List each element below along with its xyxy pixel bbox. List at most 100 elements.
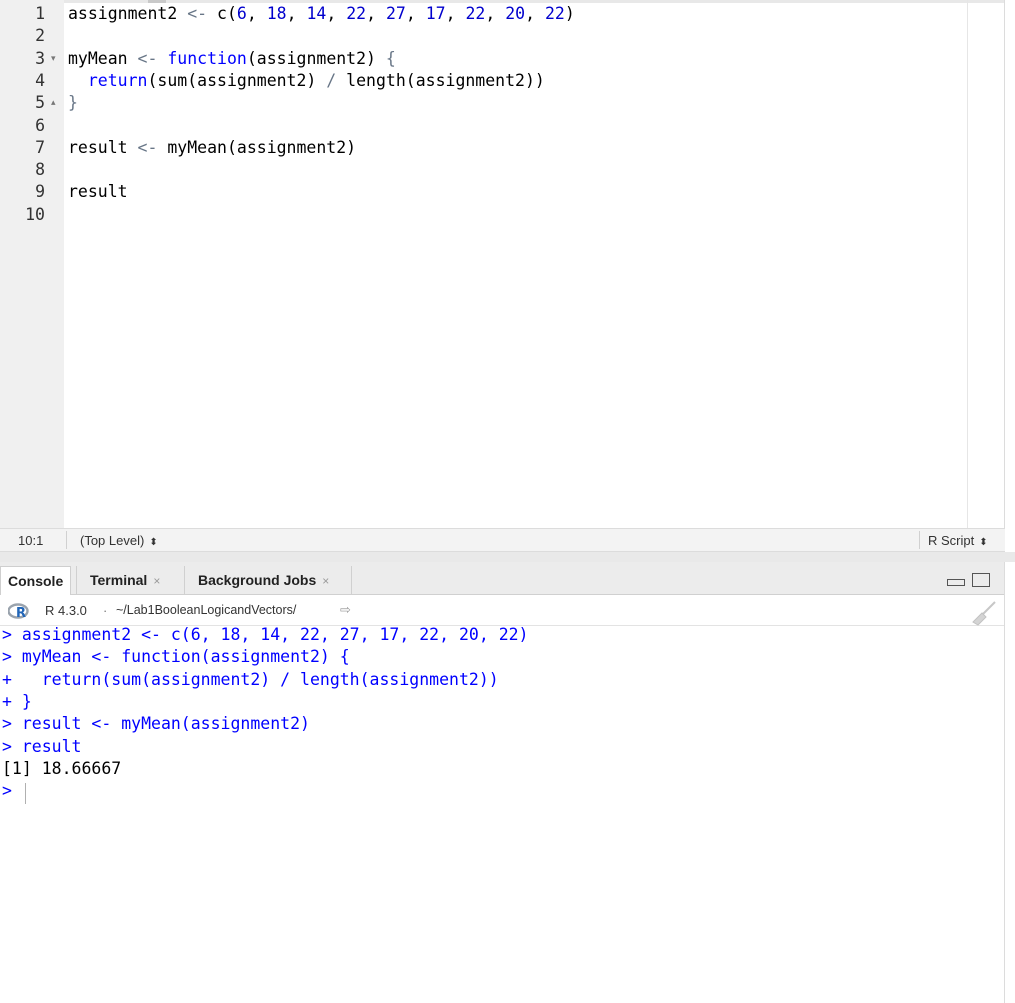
fold-expand-icon[interactable]: ▴ — [51, 92, 56, 114]
code-line[interactable]: 7 result <- myMean(assignment2) — [0, 137, 1005, 159]
code-token: 20 — [505, 4, 526, 23]
dropdown-updown-icon: ⬍ — [979, 537, 988, 548]
line-number: 8 — [35, 160, 45, 180]
code-token: return — [87, 70, 148, 90]
code-token: 14 — [306, 4, 327, 23]
source-editor[interactable]: 1 assignment2 <- c(6, 18, 14, 22, 27, 17,… — [0, 0, 1005, 528]
code-token: assignment2 — [68, 4, 188, 23]
code-token: function — [167, 48, 247, 68]
tab-background-jobs-label: Background Jobs — [198, 572, 317, 588]
line-number: 5 — [35, 93, 45, 113]
tab-background-jobs[interactable]: Background Jobs × — [191, 566, 336, 595]
code-line[interactable]: 8 — [0, 159, 1005, 181]
code-token: , — [326, 4, 347, 23]
cursor-position: 10:1 — [18, 533, 44, 548]
console-info-bar: R R 4.3.0 · ~/Lab1BooleanLogicandVectors… — [0, 595, 1005, 626]
code-line[interactable]: 9 result — [0, 181, 1005, 203]
console-scrollbar[interactable] — [1004, 562, 1005, 1003]
code-line[interactable]: 4 return(sum(assignment2) / length(assig… — [0, 70, 1005, 92]
line-number: 7 — [35, 137, 45, 157]
code-text: assignment2 <- c(6, 18, 14, 22, 27, 17, … — [68, 3, 575, 25]
code-token: } — [68, 93, 78, 113]
code-token: c( — [207, 4, 237, 23]
code-text: result <- myMean(assignment2) — [68, 137, 356, 159]
line-number: 4 — [35, 70, 45, 90]
console-tab-bar: Console Terminal × Background Jobs × — [0, 562, 1005, 595]
scope-selector[interactable]: (Top Level) ⬍ — [80, 533, 158, 548]
code-token: <- — [187, 4, 208, 23]
close-tab-icon[interactable]: × — [153, 574, 160, 588]
code-token: (assignment2) — [246, 48, 386, 68]
code-line[interactable]: 3 ▾ myMean <- function(assignment2) { — [0, 48, 1005, 70]
code-token: , — [246, 4, 267, 23]
code-token: 22 — [544, 4, 565, 23]
code-token: { — [385, 48, 396, 68]
console-input-line: > — [2, 781, 22, 801]
code-text: } — [68, 92, 78, 114]
minimize-icon[interactable] — [947, 579, 965, 586]
console-input-line: + return(sum(assignment2) / length(assig… — [2, 669, 499, 689]
console-output[interactable]: > assignment2 <- c(6, 18, 14, 22, 27, 17… — [0, 625, 1005, 1003]
code-token: length(assignment2)) — [336, 70, 545, 90]
line-number: 2 — [35, 26, 45, 46]
code-token: 18 — [266, 4, 287, 23]
console-cursor — [25, 783, 26, 804]
pane-splitter[interactable] — [0, 552, 1015, 562]
code-token: result — [68, 182, 128, 202]
code-line[interactable]: 10 — [0, 204, 1005, 226]
close-tab-icon[interactable]: × — [322, 574, 329, 588]
code-token: , — [525, 4, 545, 23]
code-token: (sum(assignment2) — [147, 70, 327, 90]
code-token: result — [68, 137, 138, 157]
code-token: myMean — [68, 48, 138, 68]
code-text: return(sum(assignment2) / length(assignm… — [68, 70, 545, 92]
code-line[interactable]: 6 — [0, 115, 1005, 137]
line-number: 6 — [35, 115, 45, 135]
file-type-label: R Script — [928, 533, 975, 548]
code-token: / — [326, 70, 337, 90]
fold-collapse-icon[interactable]: ▾ — [51, 48, 56, 70]
scope-label: (Top Level) — [80, 533, 145, 548]
goto-directory-icon[interactable]: ⇨ — [340, 602, 351, 618]
code-line[interactable]: 5 ▴} — [0, 92, 1005, 114]
code-line[interactable]: 1 assignment2 <- c(6, 18, 14, 22, 27, 17,… — [0, 3, 1005, 25]
code-token: 22 — [465, 4, 486, 23]
code-token: ) — [564, 4, 575, 23]
code-text: result — [68, 181, 128, 203]
working-directory-path[interactable]: ~/Lab1BooleanLogicandVectors/ — [116, 603, 296, 617]
code-token: 22 — [346, 4, 367, 23]
code-token: , — [445, 4, 466, 23]
tab-terminal[interactable]: Terminal × — [83, 566, 167, 595]
line-number: 10 — [25, 204, 45, 224]
maximize-icon[interactable] — [972, 573, 990, 587]
code-line[interactable]: 2 — [0, 25, 1005, 47]
r-version: R 4.3.0 — [45, 603, 87, 618]
code-token: 27 — [385, 4, 406, 23]
info-separator: · — [103, 603, 108, 618]
console-input-line: > result <- myMean(assignment2) — [2, 714, 310, 734]
file-type-selector[interactable]: R Script ⬍ — [928, 533, 988, 548]
code-token: <- — [137, 48, 158, 68]
code-token: 6 — [236, 4, 247, 23]
console-output-line: [1] 18.66667 — [2, 758, 122, 778]
code-token: myMean(assignment2) — [157, 137, 357, 157]
code-text: myMean <- function(assignment2) { — [68, 48, 396, 70]
code-token: <- — [137, 137, 158, 157]
clear-console-broom-icon[interactable] — [970, 600, 998, 626]
line-number: 1 — [35, 4, 45, 23]
tab-terminal-label: Terminal — [90, 572, 148, 588]
code-token: , — [485, 4, 506, 23]
code-token: 17 — [425, 4, 446, 23]
tab-console-label: Console — [8, 573, 64, 589]
code-token: , — [286, 4, 307, 23]
code-token: , — [366, 4, 386, 23]
editor-status-bar: 10:1 (Top Level) ⬍ R Script ⬍ — [0, 528, 1005, 552]
r-logo-icon: R — [8, 603, 29, 619]
tab-console[interactable]: Console — [0, 566, 72, 595]
console-input-line: + } — [2, 691, 32, 711]
console-input-line: > assignment2 <- c(6, 18, 14, 22, 27, 17… — [2, 625, 529, 644]
console-input-line: > myMean <- function(assignment2) { — [2, 647, 350, 667]
console-input-line: > result — [2, 736, 82, 756]
